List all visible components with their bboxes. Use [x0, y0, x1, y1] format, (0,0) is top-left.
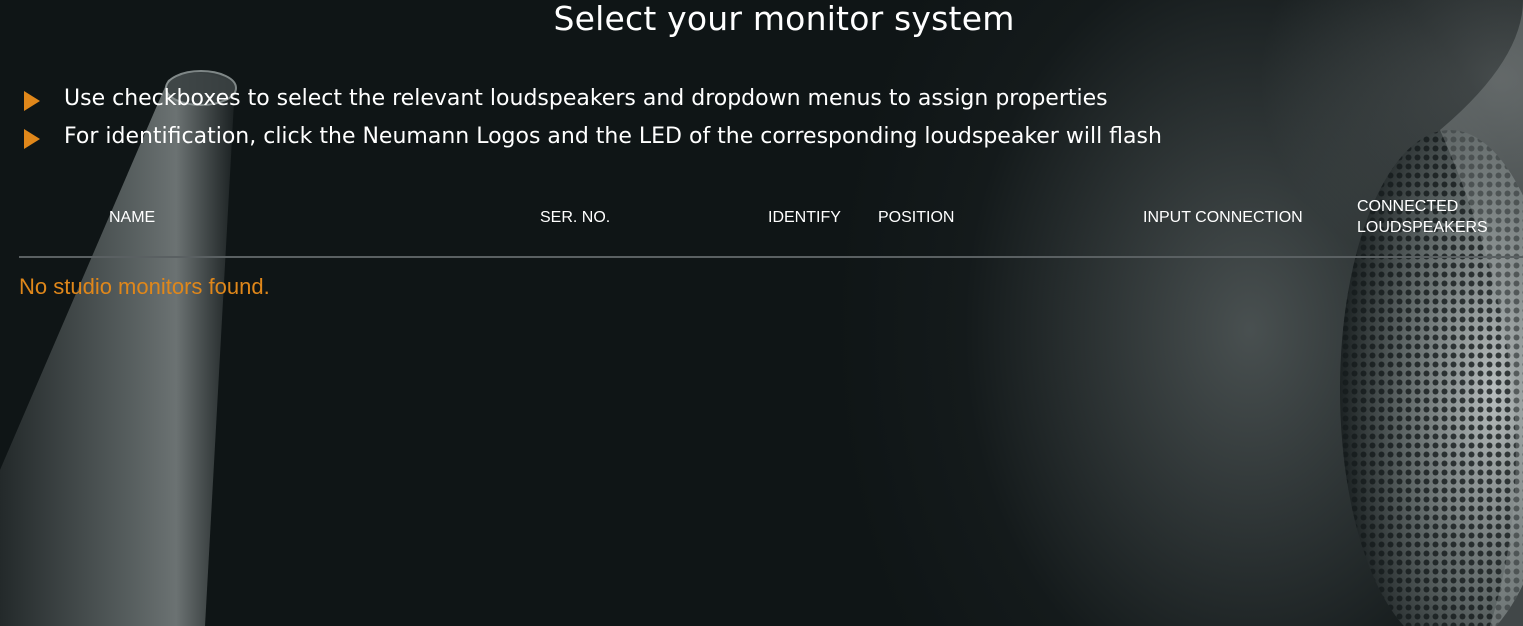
column-header-input-connection: INPUT CONNECTION	[1143, 209, 1303, 226]
column-header-connected-line2: LOUDSPEAKERS	[1357, 219, 1488, 236]
column-header-identify: IDENTIFY	[768, 209, 841, 226]
column-header-serial-number: SER. NO.	[540, 209, 611, 226]
instruction-text: For identification, click the Neumann Lo…	[64, 124, 1162, 149]
page-title: Select your monitor system	[553, 0, 1015, 38]
column-header-connected-line1: CONNECTED	[1357, 198, 1459, 215]
column-header-position: POSITION	[878, 209, 955, 226]
instruction-item: For identification, click the Neumann Lo…	[22, 118, 1162, 156]
instruction-item: Use checkboxes to select the relevant lo…	[22, 80, 1108, 118]
orange-triangle-arrow-icon	[24, 90, 40, 111]
monitor-setup-page: Select your monitor system Use checkboxe…	[0, 0, 1523, 626]
no-monitors-message: No studio monitors found.	[19, 274, 270, 299]
monitor-table-header: NAME SER. NO. IDENTIFY POSITION INPUT CO…	[19, 190, 1523, 258]
column-header-name: NAME	[109, 209, 156, 226]
instruction-text: Use checkboxes to select the relevant lo…	[64, 86, 1108, 111]
instructions-list: Use checkboxes to select the relevant lo…	[22, 80, 1162, 156]
orange-triangle-arrow-icon	[24, 128, 40, 149]
column-header-connected-loudspeakers: CONNECTED LOUDSPEAKERS	[1357, 196, 1507, 238]
